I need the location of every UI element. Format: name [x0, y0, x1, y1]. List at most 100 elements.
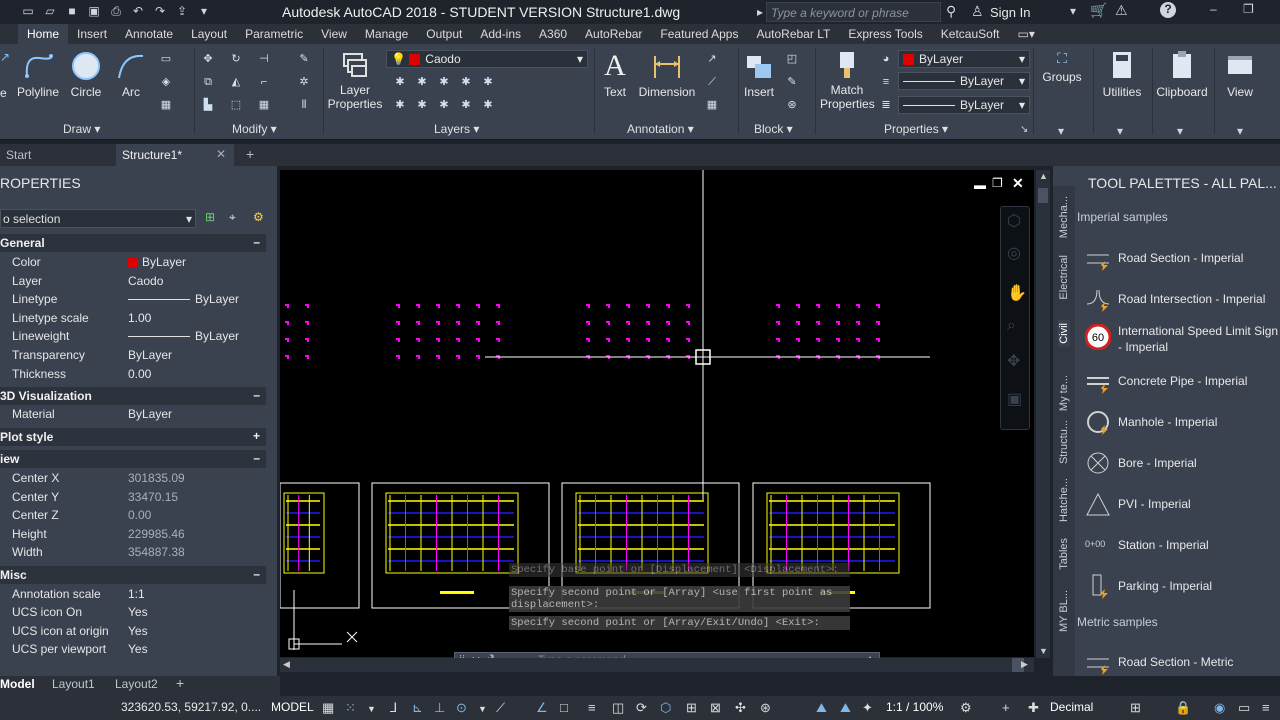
tab-insert[interactable]: Insert: [68, 24, 116, 44]
restore-icon[interactable]: ❐: [1243, 2, 1254, 16]
tab-autorebar[interactable]: AutoRebar: [576, 24, 651, 44]
lock-ui-icon[interactable]: 🔒: [1175, 700, 1191, 716]
prop-row-transparency[interactable]: Transparency ByLayer: [0, 346, 266, 365]
selection-cycling-icon[interactable]: ⟳: [636, 700, 647, 716]
units-selector[interactable]: Decimal: [1050, 700, 1093, 714]
new-icon[interactable]: ▭: [20, 4, 36, 19]
palette-item-pvi[interactable]: PVI - Imperial: [1083, 489, 1280, 519]
layers-panel-label[interactable]: Layers: [434, 122, 470, 136]
palette-tab-tables[interactable]: Tables: [1058, 538, 1070, 570]
toggle-pickadd-icon[interactable]: ⊞: [205, 210, 215, 224]
prop-row-thickness[interactable]: Thickness 0.00: [0, 365, 266, 384]
lineweight-icon[interactable]: ≡: [588, 700, 596, 715]
prop-row-ucs-per-viewport[interactable]: UCS per viewport Yes: [0, 640, 266, 659]
stretch-icon[interactable]: ▙: [200, 98, 216, 112]
create-block-icon[interactable]: ◰: [784, 52, 800, 66]
prop-row-ucs-icon-on[interactable]: UCS icon On Yes: [0, 603, 266, 622]
annotation-scale-icon[interactable]: ⛰: [816, 700, 827, 716]
linetype-dropdown[interactable]: ByLayer ▾: [898, 72, 1030, 90]
a360-icon[interactable]: ⚠: [1115, 2, 1128, 19]
explode-icon[interactable]: ✲: [296, 75, 312, 89]
prop-row-linetype[interactable]: Linetype ByLayer: [0, 290, 266, 309]
section-misc[interactable]: Misc –: [0, 566, 266, 584]
orbit-icon[interactable]: ✥: [1007, 351, 1020, 371]
hardware-acceleration-icon[interactable]: ◉: [1214, 700, 1225, 716]
move-icon[interactable]: ✥: [200, 52, 216, 66]
quick-select-icon[interactable]: ⚙: [253, 210, 264, 224]
tab-express-tools[interactable]: Express Tools: [839, 24, 931, 44]
prop-row-linetype-scale[interactable]: Linetype scale 1.00: [0, 309, 266, 328]
section-3d-visualization[interactable]: 3D Visualization –: [0, 387, 266, 405]
object-snap-icon[interactable]: □: [560, 700, 568, 715]
3d-osnap-icon[interactable]: ⬡: [660, 700, 671, 716]
viewport-scale[interactable]: 1:1 / 100%: [886, 700, 943, 714]
vertical-scroll-thumb[interactable]: [1038, 188, 1048, 203]
cart-icon[interactable]: 🛒: [1090, 2, 1107, 19]
workspace-icon[interactable]: ⚙: [960, 700, 972, 716]
signin-dropdown-icon[interactable]: ▾: [1070, 4, 1076, 18]
model-space-button[interactable]: MODEL: [271, 700, 314, 714]
view-button[interactable]: View: [1218, 50, 1262, 99]
tab-featured-apps[interactable]: Featured Apps: [651, 24, 747, 44]
viewport-close-icon[interactable]: ✕: [1012, 175, 1024, 192]
layer-isolate-icon[interactable]: ✱: [436, 75, 452, 89]
grid-icon[interactable]: ▦: [322, 700, 334, 716]
section-view[interactable]: iew –: [0, 450, 266, 468]
rotate-icon[interactable]: ↻: [228, 52, 244, 66]
copy-icon[interactable]: ⧉: [200, 75, 216, 89]
region-icon[interactable]: ▦: [158, 98, 174, 112]
layer-match-icon[interactable]: ✱: [392, 75, 408, 89]
zoom-icon[interactable]: ⌕: [1007, 317, 1016, 335]
palette-tab-mechanical[interactable]: Mecha...: [1058, 196, 1070, 238]
prop-row-width[interactable]: Width 354887.38: [0, 543, 266, 562]
leader-icon[interactable]: ↗: [704, 52, 720, 66]
tab-home[interactable]: Home: [18, 24, 69, 44]
draw-panel-label[interactable]: Draw: [63, 122, 91, 136]
clipboard-button[interactable]: Clipboard: [1154, 50, 1210, 99]
palette-item-bore[interactable]: Bore - Imperial: [1083, 448, 1280, 478]
palette-item-speed-limit-sign[interactable]: 60 International Speed Limit Sign - Impe…: [1083, 322, 1280, 356]
annotation-visibility-icon[interactable]: ⊛: [760, 700, 771, 716]
palette-item-parking[interactable]: Parking - Imperial: [1083, 571, 1280, 601]
tab-start[interactable]: Start: [0, 144, 37, 166]
isolate-objects-icon[interactable]: ✚: [1028, 700, 1039, 716]
layer-lock-icon[interactable]: ✱: [414, 98, 430, 112]
steering-wheel-icon[interactable]: ◎: [1007, 243, 1021, 263]
scroll-up-icon[interactable]: ▲: [1039, 171, 1048, 181]
mirror-icon[interactable]: ◭: [228, 75, 244, 89]
lineweight-dropdown[interactable]: ByLayer ▾: [898, 96, 1030, 114]
polar-icon[interactable]: ⊙: [456, 700, 467, 716]
tab-ketcausoft[interactable]: KetcauSoft: [932, 24, 1009, 44]
trim-icon[interactable]: ⊣: [256, 52, 272, 66]
properties-launcher-icon[interactable]: ↘: [1020, 124, 1028, 135]
palette-tab-my-templates[interactable]: My te...: [1058, 375, 1070, 411]
polar-dropdown-icon[interactable]: ▼: [478, 704, 487, 714]
edit-block-icon[interactable]: ✎: [784, 75, 800, 89]
fillet-icon[interactable]: ⌐: [256, 75, 272, 89]
utilities-button[interactable]: Utilities: [1098, 50, 1146, 99]
palette-item-road-intersection[interactable]: Road Intersection - Imperial: [1083, 284, 1280, 314]
clipboard-expand-icon[interactable]: ▾: [1177, 124, 1183, 138]
search-expand-icon[interactable]: ▸: [757, 5, 763, 19]
redo-icon[interactable]: ↷: [152, 4, 168, 19]
layer-previous-icon[interactable]: ✱: [414, 75, 430, 89]
dimension-button[interactable]: Dimension: [638, 50, 696, 99]
prop-row-layer[interactable]: Layer Caodo: [0, 272, 266, 291]
isodraft-icon[interactable]: ⟋: [496, 700, 505, 716]
prop-row-ucs-origin[interactable]: UCS icon at origin Yes: [0, 622, 266, 641]
view-expand-icon[interactable]: ▾: [1237, 124, 1243, 138]
tab-autorebar-lt[interactable]: AutoRebar LT: [747, 24, 839, 44]
tab-output[interactable]: Output: [417, 24, 471, 44]
prop-row-center-z[interactable]: Center Z 0.00: [0, 506, 266, 525]
layer-unisolate-icon[interactable]: ✱: [458, 75, 474, 89]
offset-icon[interactable]: ⫴: [296, 98, 312, 112]
customization-icon[interactable]: ≡: [1262, 700, 1270, 715]
gizmo-icon[interactable]: ✣: [735, 700, 746, 716]
scroll-down-icon[interactable]: ▼: [1039, 646, 1048, 656]
new-tab-icon[interactable]: +: [240, 142, 260, 164]
polyline-button[interactable]: Polyline: [15, 50, 61, 99]
arc-button[interactable]: Arc: [114, 50, 148, 99]
array-icon[interactable]: ▦: [256, 98, 272, 112]
block-panel-label[interactable]: Block: [754, 122, 783, 136]
scale-icon[interactable]: ⬚: [228, 98, 244, 112]
